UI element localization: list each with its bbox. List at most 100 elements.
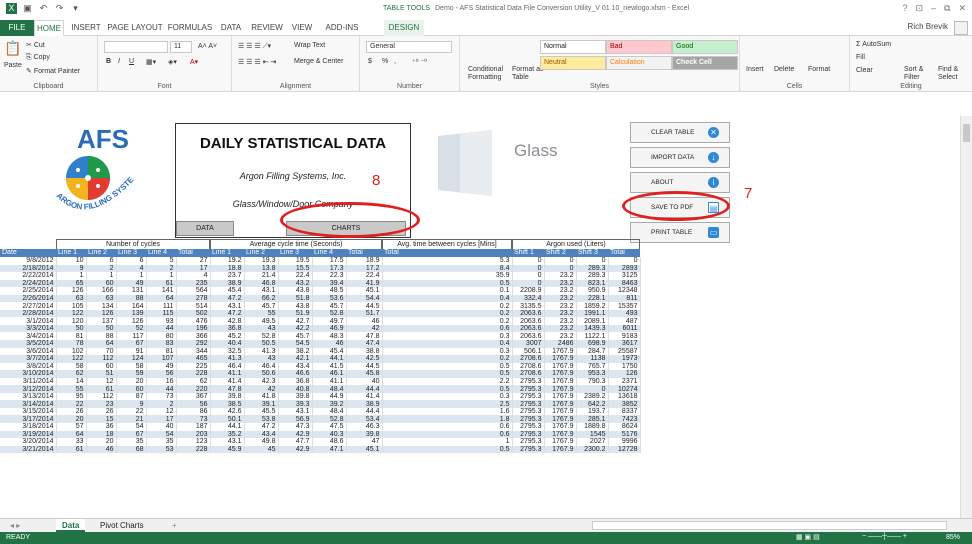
table-cell[interactable]: 12 (86, 377, 117, 386)
table-cell[interactable]: 9 (116, 400, 147, 408)
table-cell[interactable]: 45.8 (346, 370, 383, 378)
table-cell[interactable]: 15 (86, 415, 117, 424)
table-row[interactable]: 2/24/2014 65 60 49 61 235 38.9 46.8 43.2 39.4 41.9… (0, 279, 641, 288)
table-cell[interactable]: 2300.2 (576, 445, 609, 454)
table-cell[interactable]: 120 (56, 317, 87, 325)
table-cell[interactable]: 81 (56, 332, 87, 341)
borders-icon[interactable]: ▦▾ (146, 58, 156, 66)
table-cell[interactable]: 47.4 (346, 340, 383, 348)
table-row[interactable]: 3/3/2014 50 50 52 44 196 36.8 43 42.2 46.9 42 0.6 20… (0, 324, 641, 333)
column-header[interactable]: Line 1 (56, 249, 86, 257)
table-cell[interactable]: 33 (56, 438, 87, 446)
table-cell[interactable]: 1767.9 (544, 370, 577, 378)
table-cell[interactable]: 0.5 (382, 445, 513, 454)
table-cell[interactable]: 35 (116, 438, 147, 446)
table-cell[interactable]: 41.9 (346, 279, 383, 288)
table-cell[interactable]: 9996 (608, 438, 641, 446)
table-cell[interactable]: 61 (56, 445, 87, 454)
table-cell[interactable]: 43.2 (278, 279, 313, 288)
table-cell[interactable]: 40.3 (312, 430, 347, 439)
table-cell[interactable]: 44.9 (312, 392, 347, 401)
table-cell[interactable]: 23.2 (544, 302, 577, 310)
table-cell[interactable]: 3/5/2014 (0, 340, 57, 348)
table-cell[interactable]: 42.5 (346, 355, 383, 363)
format-cells-button[interactable]: Format (808, 66, 830, 73)
table-cell[interactable]: 2.2 (382, 377, 513, 386)
table-cell[interactable]: 193.7 (576, 407, 609, 416)
table-cell[interactable]: 2795.3 (512, 400, 545, 408)
cut-button[interactable]: ✂ Cut (26, 41, 45, 49)
table-cell[interactable]: 102 (56, 347, 87, 356)
table-cell[interactable]: 6011 (608, 324, 641, 333)
bold-button[interactable]: B (106, 58, 111, 65)
table-cell[interactable]: 5176 (608, 430, 641, 439)
table-cell[interactable]: 0 (544, 257, 577, 265)
table-cell[interactable]: 5.3 (382, 257, 513, 265)
table-cell[interactable]: 52.8 (312, 309, 347, 318)
table-cell[interactable]: 21 (116, 415, 147, 424)
table-cell[interactable]: 26 (86, 407, 117, 416)
table-cell[interactable]: 1767.9 (544, 347, 577, 356)
table-cell[interactable]: 2893 (608, 264, 641, 273)
table-cell[interactable]: 0.4 (382, 294, 513, 303)
table-cell[interactable]: 67 (116, 340, 147, 348)
table-cell[interactable]: 43 (244, 324, 279, 333)
table-row[interactable]: 9/8/2012 10 6 6 5 27 19.2 19.3 19.5 17.5 18.9 5.3 0 0… (0, 257, 641, 265)
table-cell[interactable]: 203 (176, 430, 211, 439)
minimize-icon[interactable]: – (931, 3, 936, 14)
table-row[interactable]: 3/8/2014 58 60 58 49 225 46.4 46.4 43.4 41.5 44.5 0… (0, 362, 641, 371)
table-cell[interactable]: 19.2 (210, 257, 245, 265)
table-cell[interactable]: 2/28/2014 (0, 309, 57, 318)
table-cell[interactable]: 38.2 (278, 347, 313, 356)
table-cell[interactable]: 17 (146, 415, 177, 424)
table-cell[interactable]: 39.8 (278, 392, 313, 401)
table-cell[interactable]: 12348 (608, 287, 641, 295)
font-color-icon[interactable]: A▾ (190, 58, 198, 66)
table-cell[interactable]: 47.2 (244, 423, 279, 431)
table-cell[interactable]: 3/12/2014 (0, 385, 57, 393)
table-row[interactable]: 3/6/2014 102 70 91 81 344 32.5 41.3 38.2 45.4 38.8… (0, 347, 641, 356)
table-cell[interactable]: 289.3 (576, 264, 609, 273)
table-cell[interactable]: 35.2 (210, 430, 245, 439)
table-cell[interactable]: 115 (146, 309, 177, 318)
table-row[interactable]: 2/26/2014 63 63 88 64 278 47.2 66.2 51.8 53.6 54.4… (0, 294, 641, 303)
table-cell[interactable]: 3/17/2014 (0, 415, 57, 424)
table-cell[interactable]: 42.3 (244, 377, 279, 386)
style-neutral[interactable]: Neutral (540, 56, 606, 70)
table-cell[interactable]: 0.6 (382, 423, 513, 431)
currency-button[interactable]: $ (368, 58, 372, 65)
table-cell[interactable]: 7423 (608, 415, 641, 424)
data-button[interactable]: DATA (176, 221, 234, 236)
table-cell[interactable]: 0.6 (382, 430, 513, 439)
table-row[interactable]: 3/12/2014 55 61 60 44 220 47.8 42 40.8 48.4 44.4 0.… (0, 385, 641, 393)
table-cell[interactable]: 8.4 (382, 264, 513, 273)
paste-button[interactable]: Paste (4, 62, 22, 69)
table-cell[interactable]: 46.4 (210, 362, 245, 371)
table-cell[interactable]: 1889.8 (576, 423, 609, 431)
table-cell[interactable]: 1767.9 (544, 438, 577, 446)
table-cell[interactable]: 56 (146, 370, 177, 378)
table-cell[interactable]: 39.4 (312, 279, 347, 288)
table-cell[interactable]: 17.2 (346, 264, 383, 273)
table-cell[interactable]: 2/26/2014 (0, 294, 57, 303)
table-cell[interactable]: 51.7 (346, 309, 383, 318)
table-cell[interactable]: 45 (244, 445, 279, 454)
table-cell[interactable]: 1767.9 (544, 377, 577, 386)
table-cell[interactable]: 493 (608, 309, 641, 318)
table-cell[interactable]: 50.6 (244, 370, 279, 378)
table-cell[interactable]: 62 (56, 370, 87, 378)
table-cell[interactable]: 52.8 (312, 415, 347, 424)
table-cell[interactable]: 18.9 (346, 257, 383, 265)
table-cell[interactable]: 52 (116, 324, 147, 333)
table-row[interactable]: 2/18/2014 9 2 4 2 17 18.8 13.8 15.5 17.3 17.2 8.4 0 0… (0, 264, 641, 273)
view-buttons[interactable]: ▦ ▣ ▤ (796, 533, 820, 541)
table-row[interactable]: 3/1/2014 120 137 126 93 476 42.8 49.5 42.7 49.7 46… (0, 317, 641, 325)
table-cell[interactable]: 44.5 (346, 302, 383, 310)
ribbon-display-icon[interactable]: ⊡ (915, 3, 923, 14)
table-cell[interactable]: 49.7 (312, 317, 347, 325)
undo-icon[interactable]: ↶ (38, 3, 49, 14)
table-cell[interactable]: 36 (86, 423, 117, 431)
table-cell[interactable]: 13.8 (244, 264, 279, 273)
table-row[interactable]: 3/19/2014 64 18 67 54 203 35.2 43.4 42.9 40.3 39.8… (0, 430, 641, 439)
table-cell[interactable]: 62 (176, 377, 211, 386)
